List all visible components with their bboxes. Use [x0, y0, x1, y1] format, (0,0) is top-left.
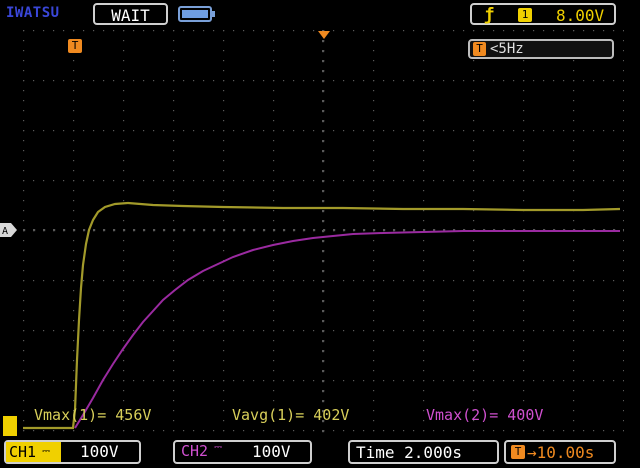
- frequency-readout: T <5Hz: [468, 39, 614, 59]
- ground-marker-icon[interactable]: A: [0, 223, 18, 237]
- ch2-label: CH2 ⎓: [181, 442, 223, 460]
- brand-logo: IWATSU: [6, 5, 60, 21]
- rising-edge-icon: ƒ: [484, 5, 495, 25]
- delay-readout[interactable]: T →10.00s: [504, 440, 616, 464]
- trigger-marker-icon: T: [511, 445, 525, 459]
- ch1-offset-marker[interactable]: [3, 416, 17, 436]
- ground-marker-label: A: [2, 226, 8, 237]
- delay-value: →10.00s: [527, 443, 595, 462]
- trigger-level: 8.00V: [556, 6, 605, 25]
- ch1-label: CH1 ⎓: [6, 442, 61, 462]
- frequency-value: <5Hz: [490, 41, 524, 57]
- trigger-marker-icon: T: [473, 42, 486, 56]
- trigger-channel: 1: [518, 8, 532, 22]
- battery-icon: [178, 6, 215, 22]
- measurement-vmax-ch2: Vmax(2)= 400V: [426, 406, 544, 424]
- timebase-value: Time 2.000s: [356, 443, 462, 462]
- ch2-trace: [74, 230, 620, 429]
- measurement-vmax-ch1: Vmax(1)= 456V: [34, 406, 152, 424]
- trigger-delay-marker[interactable]: [318, 31, 332, 40]
- acquisition-status: WAIT: [93, 3, 168, 25]
- ch2-scale: 100V: [252, 442, 291, 461]
- waveform-display: [23, 30, 624, 433]
- trigger-position-marker[interactable]: T: [68, 39, 82, 53]
- timebase-readout[interactable]: Time 2.000s: [348, 440, 499, 464]
- trigger-readout[interactable]: ƒ 1 8.00V: [470, 3, 616, 25]
- measurement-vavg-ch1: Vavg(1)= 402V: [232, 406, 350, 424]
- ch1-scale: 100V: [80, 442, 119, 461]
- status-text: WAIT: [111, 6, 150, 25]
